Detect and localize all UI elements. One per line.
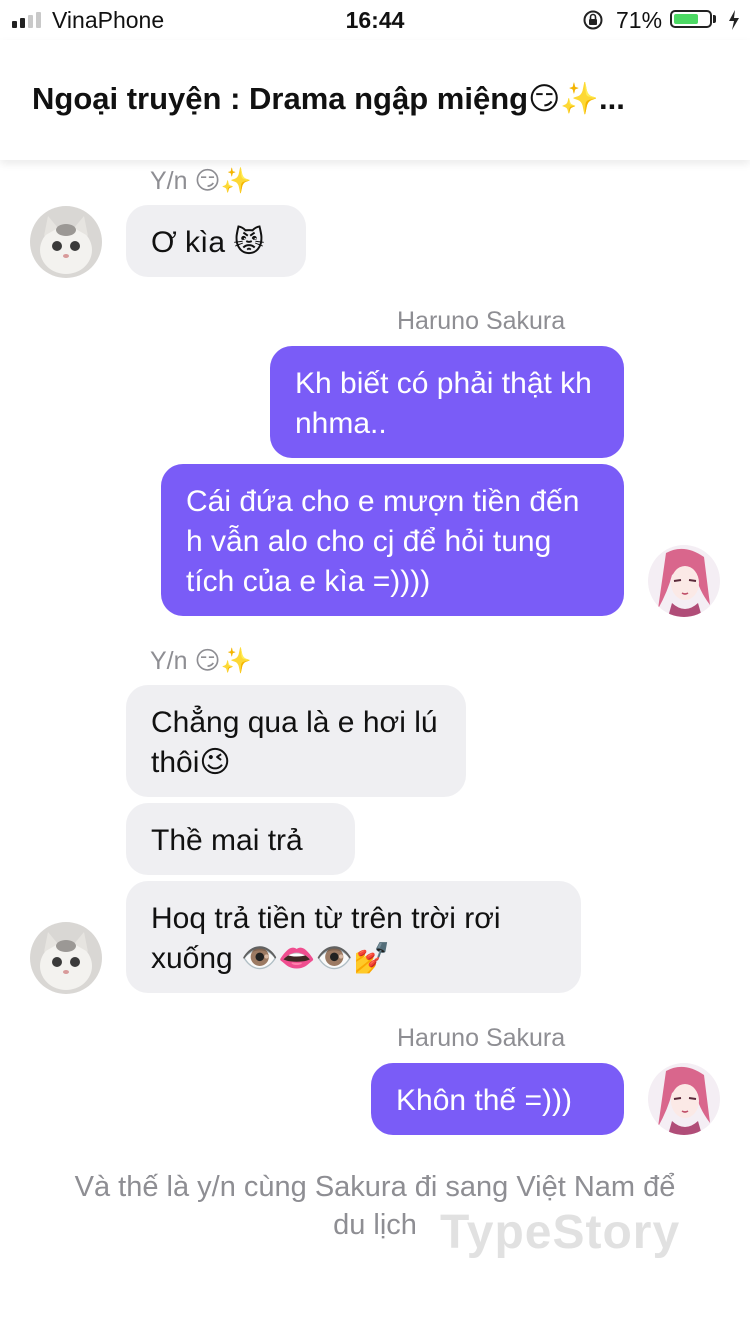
typestory-watermark: TypeStory: [440, 1206, 681, 1259]
message-bubble-outgoing[interactable]: Kh biết có phải thật kh nhma..: [270, 346, 624, 458]
rotation-lock-icon: [583, 10, 603, 30]
charging-bolt-icon: [729, 10, 739, 30]
sender-name-yn: Y/n 😏✨: [150, 167, 252, 195]
message-bubble-incoming[interactable]: Hoq trả tiền từ trên trời rơi xuống 👁️👄👁…: [126, 881, 581, 993]
cat-avatar[interactable]: [30, 206, 102, 278]
message-bubble-outgoing[interactable]: Cái đứa cho e mượn tiền đến h vẫn alo ch…: [161, 464, 624, 616]
battery-percent: 71%: [616, 7, 663, 33]
status-bar: VinaPhone 16:44 71%: [0, 0, 750, 40]
story-title: Ngoại truyện : Drama ngập miệng😏✨...: [32, 81, 625, 116]
message-bubble-incoming[interactable]: Chẳng qua là e hơi lú thôi😉: [126, 685, 466, 797]
message-bubble-outgoing[interactable]: Khôn thế =))): [371, 1063, 624, 1135]
battery-tip: [713, 15, 716, 23]
battery-icon: [670, 10, 712, 28]
cat-avatar[interactable]: [30, 922, 102, 994]
message-bubble-incoming[interactable]: Ơ kìa 😾: [126, 205, 306, 277]
message-bubble-incoming[interactable]: Thề mai trả: [126, 803, 355, 875]
chat-header: Ngoại truyện : Drama ngập miệng😏✨...: [0, 40, 750, 160]
sender-name-yn: Y/n 😏✨: [150, 647, 252, 675]
anime-girl-avatar[interactable]: [648, 545, 720, 617]
sender-name-sakura: Haruno Sakura: [397, 307, 566, 335]
sender-name-sakura: Haruno Sakura: [397, 1024, 566, 1052]
anime-girl-avatar[interactable]: [648, 1063, 720, 1135]
